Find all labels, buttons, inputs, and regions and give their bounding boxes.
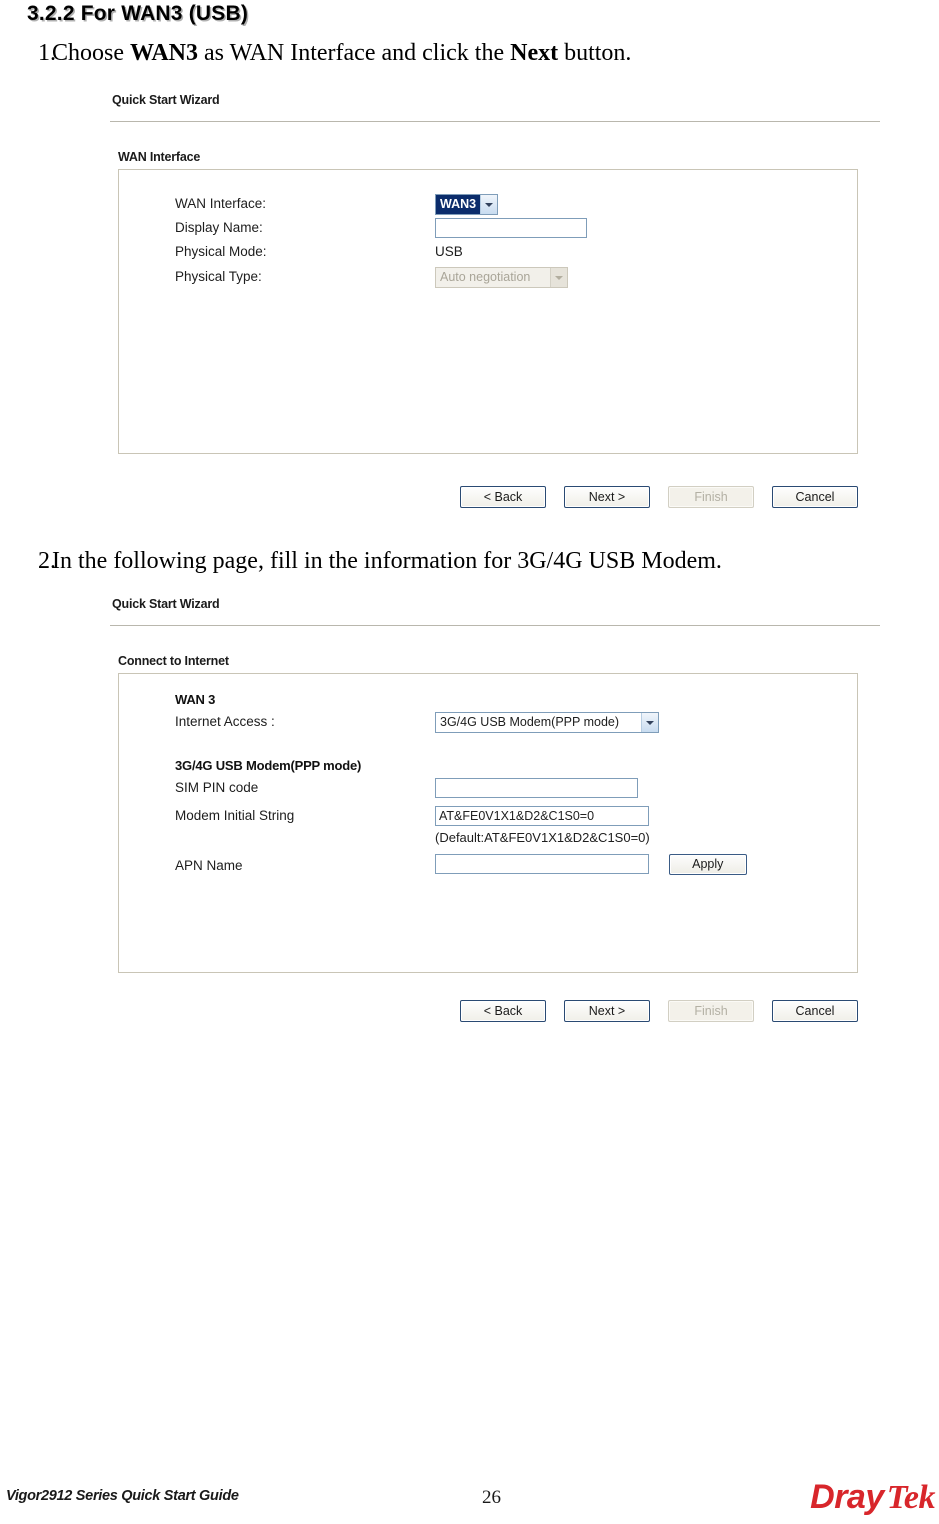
step-1-text-c: button. (558, 40, 632, 66)
modem-default-hint: (Default:AT&FE0V1X1&D2&C1S0=0) (435, 830, 650, 845)
cancel-button[interactable]: Cancel (772, 486, 858, 508)
label-internet-access: Internet Access : (175, 714, 275, 729)
footer-page-number: 26 (482, 1487, 501, 1508)
draytek-logo: DrayTek (810, 1478, 935, 1517)
step-2-text: In the following page, fill in the infor… (52, 548, 722, 574)
sim-pin-code-input[interactable] (435, 778, 638, 798)
step-1-text-b: as WAN Interface and click the (198, 40, 511, 66)
display-name-input[interactable] (435, 218, 587, 238)
label-physical-mode: Physical Mode: (175, 244, 267, 259)
title-divider-1 (110, 121, 880, 122)
label-sim-pin-code: SIM PIN code (175, 780, 259, 795)
field-modem-initial-string: AT&FE0V1X1&D2&C1S0=0 (435, 806, 649, 826)
label-display-name: Display Name: (175, 220, 263, 235)
group-title-wan-interface: WAN Interface (118, 150, 201, 164)
step-1-text-next: Next (510, 40, 559, 66)
back-button[interactable]: < Back (460, 1000, 546, 1022)
next-button[interactable]: Next > (564, 1000, 650, 1022)
chevron-down-icon (550, 268, 567, 287)
logo-dray-text: Dray (810, 1478, 884, 1516)
row-display-name: Display Name: (175, 218, 857, 240)
apply-button[interactable]: Apply (668, 854, 747, 875)
footer-guide-title: Vigor2912 Series Quick Start Guide (6, 1488, 239, 1504)
field-physical-type: Auto negotiation (435, 267, 568, 288)
wan-interface-select[interactable]: WAN3 (435, 194, 499, 215)
wan-interface-panel: WAN Interface: WAN3 Display Name: Physic… (118, 169, 858, 454)
row-wan-interface: WAN Interface: WAN3 (175, 194, 857, 216)
finish-button: Finish (668, 486, 754, 508)
wizard-button-row-2: < Back Next > Finish Cancel (460, 1000, 858, 1022)
screenshot-wan-interface: Quick Start Wizard WAN Interface WAN Int… (100, 88, 890, 518)
label-physical-type: Physical Type: (175, 269, 262, 284)
row-default-hint: (Default:AT&FE0V1X1&D2&C1S0=0) (175, 830, 857, 848)
physical-type-select: Auto negotiation (435, 267, 568, 288)
step-1-number: 1. (38, 40, 56, 66)
modem-initial-string-input[interactable]: AT&FE0V1X1&D2&C1S0=0 (435, 806, 649, 826)
connect-to-internet-panel: WAN 3 Internet Access : 3G/4G USB Modem(… (118, 673, 858, 973)
chevron-down-icon (641, 713, 658, 732)
label-apn-name: APN Name (175, 858, 243, 873)
field-wan-interface: WAN3 (435, 194, 499, 215)
title-divider-2 (110, 625, 880, 626)
group-title-connect-to-internet: Connect to Internet (118, 654, 229, 668)
wizard-title-2: Quick Start Wizard (112, 597, 220, 611)
step-1-instruction: 1.Choose WAN3 as WAN Interface and click… (0, 40, 631, 67)
field-internet-access: 3G/4G USB Modem(PPP mode) (435, 712, 659, 733)
field-apn-name: Apply (435, 854, 747, 875)
screenshot-connect-to-internet: Quick Start Wizard Connect to Internet W… (100, 592, 890, 1032)
label-modem-initial-string: Modem Initial String (175, 808, 295, 823)
row-modem-initial-string: Modem Initial String AT&FE0V1X1&D2&C1S0=… (175, 806, 857, 828)
chevron-down-icon (480, 195, 498, 214)
wizard-button-row-1: < Back Next > Finish Cancel (460, 486, 858, 508)
label-wan-interface: WAN Interface: (175, 196, 267, 211)
physical-type-select-value: Auto negotiation (440, 270, 531, 284)
row-sim-pin-code: SIM PIN code (175, 778, 857, 800)
modem-section-heading: 3G/4G USB Modem(PPP mode) (175, 758, 362, 773)
finish-button: Finish (668, 1000, 754, 1022)
cancel-button[interactable]: Cancel (772, 1000, 858, 1022)
page-title: 3.2.2 For WAN3 (USB) (27, 2, 249, 25)
step-2-number: 2. (38, 548, 56, 574)
step-1-text-a: Choose (52, 40, 130, 66)
physical-mode-value: USB (435, 244, 463, 259)
back-button[interactable]: < Back (460, 486, 546, 508)
row-internet-access: Internet Access : 3G/4G USB Modem(PPP mo… (175, 712, 857, 734)
row-apn-name: APN Name Apply (175, 854, 857, 880)
next-button[interactable]: Next > (564, 486, 650, 508)
row-physical-mode: Physical Mode: USB (175, 244, 857, 264)
logo-tek-text: Tek (886, 1479, 936, 1516)
wizard-title-1: Quick Start Wizard (112, 93, 220, 107)
wan3-heading: WAN 3 (175, 692, 216, 707)
row-physical-type: Physical Type: Auto negotiation (175, 267, 857, 289)
internet-access-select[interactable]: 3G/4G USB Modem(PPP mode) (435, 712, 659, 733)
field-display-name (435, 218, 587, 238)
apn-name-input[interactable] (435, 854, 649, 875)
wan-interface-select-value: WAN3 (436, 195, 481, 214)
step-1-text-wan3: WAN3 (130, 40, 199, 66)
internet-access-select-value: 3G/4G USB Modem(PPP mode) (440, 715, 620, 729)
field-sim-pin-code (435, 778, 638, 798)
step-2-instruction: 2.In the following page, fill in the inf… (0, 548, 722, 575)
